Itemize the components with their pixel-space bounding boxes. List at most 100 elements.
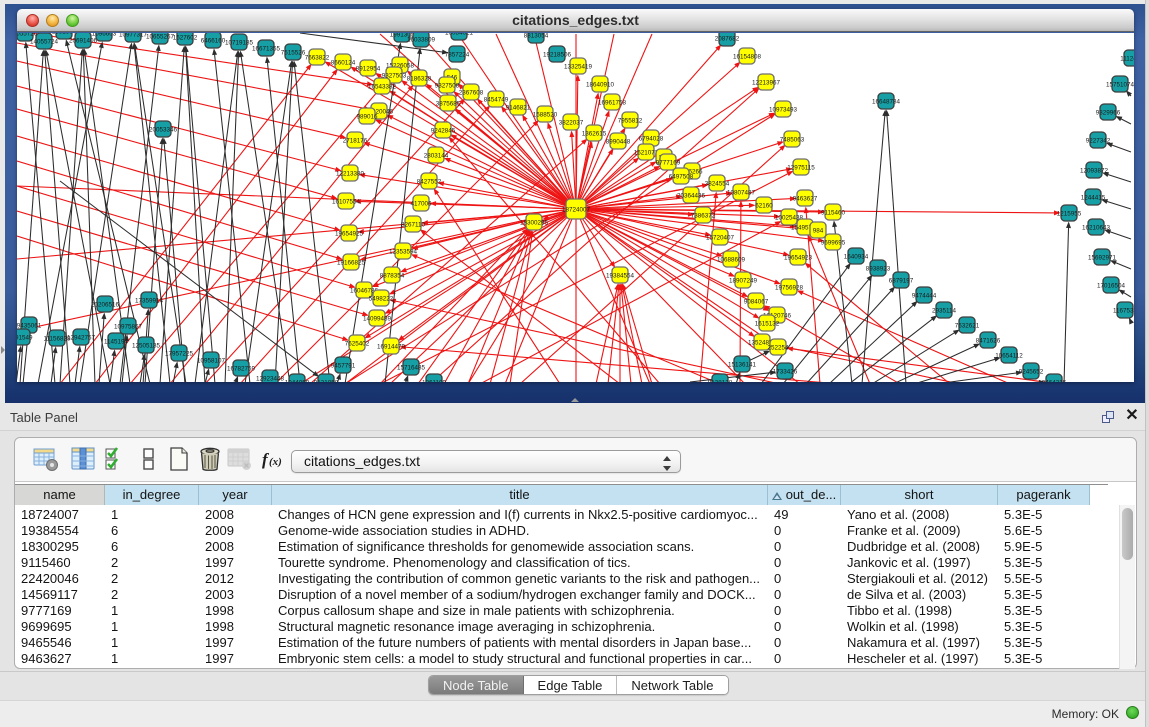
graph-node[interactable]: 9227342 [1086, 132, 1111, 148]
graph-node[interactable]: 19384554 [606, 267, 635, 283]
graph-edge[interactable] [576, 209, 800, 382]
graph-node[interactable]: 16671355 [252, 40, 281, 56]
graph-edge[interactable] [186, 49, 215, 382]
graph-node[interactable]: 16210643 [1082, 219, 1111, 235]
graph-node[interactable]: 10719185 [225, 34, 254, 50]
graph-node[interactable]: 18724007 [562, 199, 591, 219]
new-document-icon[interactable] [166, 446, 192, 472]
graph-node[interactable]: 7857224 [445, 46, 470, 62]
graph-node[interactable]: 252254 [767, 339, 789, 355]
panel-divider-handle[interactable] [571, 398, 579, 402]
graph-edge[interactable] [17, 211, 366, 315]
graph-node[interactable]: 6466160 [201, 33, 226, 48]
graph-node[interactable]: 16107554 [332, 193, 361, 209]
graph-edge[interactable] [1104, 201, 1131, 209]
function-builder-icon[interactable]: f(x) [261, 446, 291, 472]
graph-node[interactable]: 1112449 [1120, 50, 1134, 66]
graph-node[interactable]: 6879197 [889, 272, 914, 288]
graph-node[interactable]: 10807487 [727, 184, 756, 200]
graph-node[interactable]: 417006 [410, 195, 432, 211]
graph-edge[interactable] [75, 349, 80, 382]
network-canvas[interactable]: 2055726140557241881307206914061096603109… [17, 33, 1134, 382]
float-panel-icon[interactable] [1102, 411, 1115, 424]
graph-node[interactable]: 9474444 [912, 287, 937, 303]
graph-edge[interactable] [596, 287, 617, 382]
scrollbar-thumb[interactable] [1122, 508, 1133, 560]
table-row[interactable]: 2242004622012Investigating the contribut… [15, 571, 1115, 587]
graph-node[interactable]: 1167533 [1113, 302, 1134, 318]
graph-node[interactable]: 2803144 [424, 147, 449, 163]
graph-edge[interactable] [17, 161, 340, 259]
graph-edge[interactable] [241, 54, 290, 382]
delete-trash-icon[interactable] [197, 446, 223, 472]
table-row[interactable]: 911546021997Tourette syndrome. Phenomeno… [15, 555, 1115, 571]
graph-node[interactable]: 9463627 [793, 190, 818, 206]
graph-node[interactable]: 15136141 [728, 356, 757, 372]
graph-node[interactable]: 12093872 [1080, 162, 1109, 178]
graph-node[interactable]: 9457791 [331, 357, 356, 373]
graph-node[interactable]: 17957225 [165, 345, 194, 361]
table-vertical-scrollbar[interactable] [1119, 505, 1135, 669]
column-header-title[interactable]: title [272, 485, 768, 505]
table-row[interactable]: 1938455462009Genome-wide association stu… [15, 523, 1115, 539]
table-row[interactable]: 1872400712008Changes of HCN gene express… [15, 507, 1115, 523]
table-row[interactable]: 946554611997Estimation of the future num… [15, 635, 1115, 651]
graph-node[interactable]: 10655267 [146, 33, 175, 44]
tab-edge-table[interactable]: Edge Table [524, 676, 618, 694]
graph-edge[interactable] [17, 209, 576, 259]
graph-edge[interactable] [60, 181, 316, 375]
table-selector-dropdown[interactable]: citations_edges.txt [291, 450, 681, 473]
table-row[interactable]: 1830029562008Estimation of significance … [15, 539, 1115, 555]
graph-edge[interactable] [345, 46, 400, 382]
graph-node[interactable]: 3822037 [559, 114, 584, 130]
graph-node[interactable]: 1640934 [844, 248, 869, 264]
graph-edge[interactable] [1064, 225, 1069, 382]
column-header-short[interactable]: short [841, 485, 998, 505]
graph-node[interactable]: 8267110 [401, 216, 426, 232]
graph-edge[interactable] [1109, 144, 1131, 152]
graph-node[interactable]: 989016 [356, 108, 378, 124]
graph-node[interactable]: 8471626 [976, 332, 1001, 348]
graph-node[interactable]: 15751074 [1106, 76, 1134, 92]
panel-collapse-arrow-icon[interactable] [1, 346, 5, 354]
column-header-name[interactable]: name [15, 485, 105, 505]
graph-edge[interactable] [1105, 174, 1131, 182]
graph-node[interactable]: 17359914 [135, 292, 164, 308]
graph-edge[interactable] [740, 204, 741, 382]
graph-node[interactable]: 19218506 [543, 46, 572, 62]
graph-node[interactable]: 12505135 [132, 337, 161, 353]
column-header-out-de-[interactable]: out_de... [768, 485, 841, 505]
graph-node[interactable]: 19654923 [784, 249, 813, 265]
select-columns-icon[interactable] [70, 446, 96, 472]
tab-network-table[interactable]: Network Table [617, 676, 727, 694]
graph-edge[interactable] [195, 54, 238, 382]
graph-edge[interactable] [623, 287, 652, 383]
graph-node[interactable]: 15692971 [1088, 249, 1117, 265]
graph-node[interactable]: 16084021 [445, 33, 474, 40]
graph-node[interactable]: 9245652 [1019, 363, 1044, 379]
graph-edge[interactable] [110, 353, 114, 382]
graph-node[interactable]: 984 [810, 222, 826, 238]
graph-node[interactable]: 7485063 [780, 131, 805, 147]
table-row[interactable]: 946362711997Embryonic stem cells: a mode… [15, 651, 1115, 667]
graph-edge[interactable] [275, 64, 292, 382]
graph-node[interactable]: 10654112 [995, 347, 1023, 363]
graph-node[interactable]: 16914479 [377, 338, 406, 354]
column-header-year[interactable]: year [199, 485, 272, 505]
graph-edge[interactable] [807, 265, 950, 382]
rows-icon[interactable] [136, 446, 162, 472]
graph-node[interactable]: 20053346 [149, 121, 178, 137]
tab-node-table[interactable]: Node Table [429, 676, 524, 694]
graph-node[interactable]: 1244415 [1081, 189, 1106, 205]
column-header-pagerank[interactable]: pagerank [998, 485, 1090, 505]
graph-node[interactable]: 13325419 [564, 58, 593, 74]
graph-edge[interactable] [294, 64, 330, 382]
network-window-titlebar[interactable]: citations_edges.txt [17, 9, 1134, 32]
close-panel-icon[interactable]: ✕ [1124, 407, 1140, 425]
graph-edge[interactable] [225, 54, 239, 382]
graph-node[interactable]: 8990448 [606, 133, 631, 149]
graph-edge[interactable] [1107, 231, 1131, 239]
table-settings-icon[interactable] [33, 446, 59, 472]
graph-node[interactable]: 9115460 [821, 204, 846, 220]
graph-node[interactable]: 16154808 [733, 48, 762, 64]
